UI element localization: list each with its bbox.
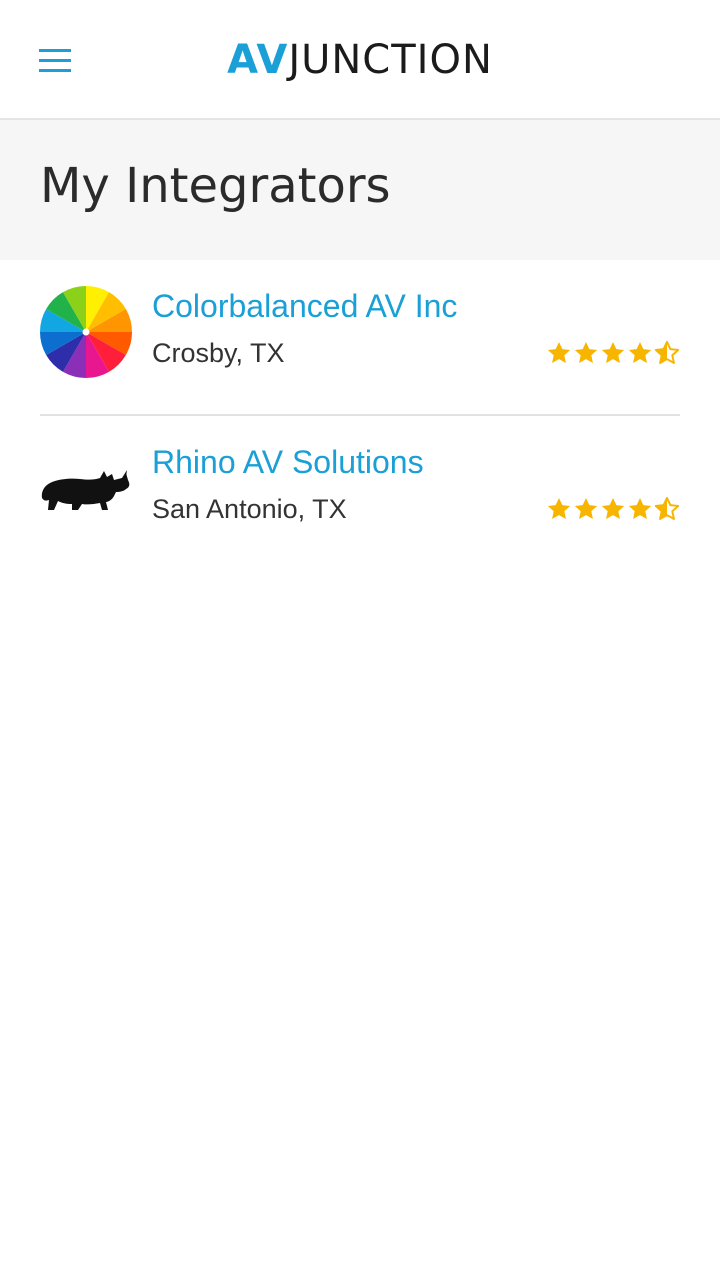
star-rating	[546, 496, 680, 526]
star-full-icon	[601, 497, 625, 519]
integrator-name[interactable]: Rhino AV Solutions	[152, 444, 424, 481]
integrator-name[interactable]: Colorbalanced AV Inc	[152, 288, 457, 325]
app-logo[interactable]: AVJUNCTION	[0, 36, 720, 84]
integrator-list: Colorbalanced AV Inc Crosby, TX Rhino AV…	[0, 260, 720, 570]
title-band: My Integrators	[0, 120, 720, 260]
page-title: My Integrators	[40, 158, 391, 214]
star-full-icon	[574, 497, 598, 519]
star-full-icon	[574, 341, 598, 363]
star-full-icon	[547, 497, 571, 519]
rhino-icon	[38, 440, 134, 536]
app-screen: AVJUNCTION My Integrators Colorbalanced …	[0, 0, 720, 1280]
star-full-icon	[628, 341, 652, 363]
logo-av-text: AV	[227, 37, 289, 83]
star-full-icon	[628, 497, 652, 519]
star-full-icon	[601, 341, 625, 363]
star-full-icon	[547, 341, 571, 363]
list-item[interactable]: Colorbalanced AV Inc Crosby, TX	[38, 260, 680, 416]
star-rating	[546, 340, 680, 370]
integrator-location: San Antonio, TX	[152, 494, 347, 524]
star-half-icon	[654, 340, 680, 364]
star-half-icon	[654, 496, 680, 520]
list-item[interactable]: Rhino AV Solutions San Antonio, TX	[40, 416, 680, 570]
color-wheel-icon	[38, 284, 134, 380]
logo-junction-text: JUNCTION	[288, 37, 493, 83]
integrator-location: Crosby, TX	[152, 338, 285, 368]
app-header: AVJUNCTION	[0, 0, 720, 120]
